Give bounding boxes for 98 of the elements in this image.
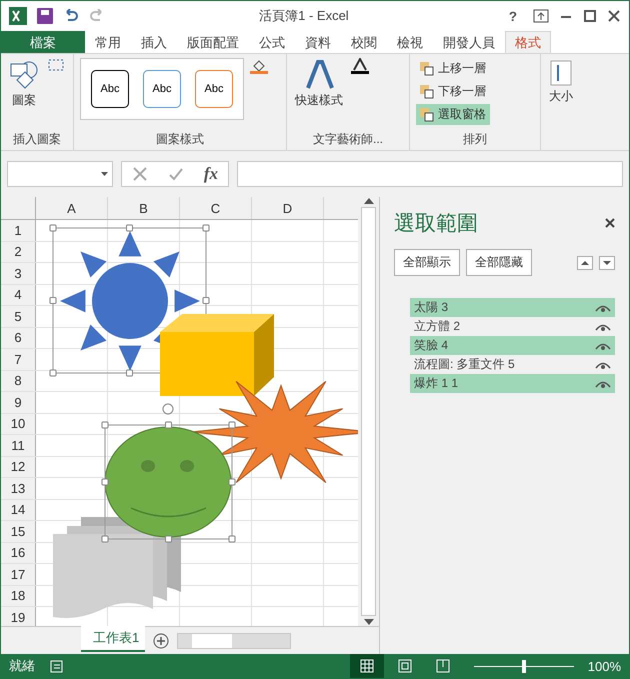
- ribbon-display-icon[interactable]: [533, 9, 549, 23]
- scrollbar-thumb[interactable]: [361, 207, 376, 616]
- excel-logo-icon: [9, 7, 27, 25]
- size-button[interactable]: 大小: [547, 58, 575, 107]
- shape-name: 太陽 3: [414, 299, 448, 316]
- eye-icon[interactable]: [595, 380, 611, 388]
- move-down-icon[interactable]: [599, 256, 615, 270]
- ribbon-tab[interactable]: 常用: [85, 31, 131, 53]
- layer-squares-icon: [420, 108, 434, 122]
- column-header[interactable]: D: [252, 197, 324, 219]
- ribbon-tab[interactable]: 公式: [249, 31, 295, 53]
- eye-icon[interactable]: [595, 342, 611, 350]
- shape-list-item[interactable]: 笑臉 4: [410, 336, 615, 355]
- row-header[interactable]: 8: [1, 370, 36, 391]
- shapes-icon: [9, 60, 39, 90]
- arrange-button[interactable]: 選取窗格: [416, 104, 490, 125]
- column-header[interactable]: A: [36, 197, 108, 219]
- shape-name: 爆炸 1 1: [414, 375, 458, 392]
- shape-name: 立方體 2: [414, 318, 460, 335]
- arrange-button[interactable]: 下移一層: [416, 81, 490, 102]
- insert-function-button[interactable]: fx: [204, 164, 218, 184]
- normal-view-button[interactable]: [350, 654, 384, 678]
- hide-all-button[interactable]: 全部隱藏: [466, 249, 532, 276]
- scroll-down-icon[interactable]: [364, 618, 374, 626]
- row-header[interactable]: 17: [1, 564, 36, 584]
- scroll-up-icon[interactable]: [364, 197, 374, 205]
- ribbon-tab[interactable]: 檢視: [387, 31, 433, 53]
- row-header[interactable]: 5: [1, 306, 36, 326]
- ribbon-tab[interactable]: 校閱: [341, 31, 387, 53]
- move-up-icon[interactable]: [577, 256, 593, 270]
- add-sheet-icon[interactable]: [153, 632, 170, 648]
- shape-list-item[interactable]: 立方體 2: [410, 317, 615, 336]
- group-label: 排列: [462, 131, 488, 148]
- row-header[interactable]: 13: [1, 478, 36, 498]
- ribbon-tab[interactable]: 資料: [295, 31, 341, 53]
- shapes-button[interactable]: 圖案: [7, 58, 41, 111]
- save-icon[interactable]: [37, 8, 53, 24]
- row-header[interactable]: 6: [1, 328, 36, 348]
- shape-name: 流程圖: 多重文件 5: [414, 356, 515, 373]
- formula-input[interactable]: [237, 161, 623, 187]
- column-header[interactable]: C: [180, 197, 252, 219]
- page-break-icon: [436, 659, 450, 673]
- row-header[interactable]: 2: [1, 242, 36, 262]
- row-header[interactable]: 15: [1, 521, 36, 542]
- eye-icon[interactable]: [595, 360, 611, 368]
- group-label: 文字藝術師...: [312, 131, 384, 148]
- row-header[interactable]: 9: [1, 392, 36, 412]
- row-header[interactable]: 1: [1, 220, 36, 240]
- quick-styles-button[interactable]: 快速樣式: [293, 58, 345, 111]
- sheet-tab[interactable]: 工作表1: [81, 626, 146, 652]
- row-header[interactable]: 3: [1, 263, 36, 284]
- layer-squares-icon: [420, 62, 434, 76]
- size-icon: [550, 60, 572, 86]
- group-label: 插入圖案: [12, 131, 62, 148]
- pane-title: 選取範圍: [394, 211, 478, 237]
- ribbon-tab[interactable]: 插入: [131, 31, 177, 53]
- zoom-level: 100%: [588, 658, 621, 674]
- shape-list-item[interactable]: 太陽 3: [410, 298, 615, 317]
- row-header[interactable]: 10: [1, 414, 36, 434]
- row-header[interactable]: 19: [1, 607, 36, 626]
- dropdown-caret-icon: [101, 172, 108, 176]
- maximize-icon[interactable]: [583, 9, 597, 23]
- row-header[interactable]: 7: [1, 349, 36, 370]
- ribbon-tab[interactable]: 版面配置: [177, 31, 249, 53]
- close-icon[interactable]: [607, 9, 621, 23]
- grid-icon: [360, 659, 374, 673]
- layer-squares-icon: [420, 84, 434, 98]
- window-title: 活頁簿1 - Excel: [258, 7, 350, 25]
- eye-icon[interactable]: [595, 304, 611, 312]
- show-all-button[interactable]: 全部顯示: [394, 249, 460, 276]
- shape-style-swatch[interactable]: Abc: [143, 70, 181, 108]
- text-fill-icon[interactable]: [351, 58, 369, 74]
- help-button[interactable]: ?: [502, 8, 523, 24]
- horizontal-scrollbar[interactable]: [177, 632, 292, 648]
- arrange-button[interactable]: 上移一層: [416, 58, 490, 79]
- rotate-handle-icon: [162, 404, 174, 414]
- row-header[interactable]: 12: [1, 456, 36, 477]
- group-label: 圖案樣式: [155, 131, 205, 148]
- row-header[interactable]: 11: [1, 435, 36, 456]
- ribbon-tab[interactable]: 開發人員: [433, 31, 505, 53]
- page-icon: [398, 659, 412, 673]
- close-icon[interactable]: [605, 218, 615, 228]
- row-header[interactable]: 4: [1, 284, 36, 305]
- shape-style-swatch[interactable]: Abc: [195, 70, 233, 108]
- ribbon-tab[interactable]: 檔案: [1, 31, 85, 53]
- shape-style-swatch[interactable]: Abc: [91, 70, 129, 108]
- eye-icon[interactable]: [595, 322, 611, 330]
- ribbon-tab[interactable]: 格式: [505, 31, 551, 53]
- column-header[interactable]: B: [108, 197, 180, 219]
- status-text: 就緒: [9, 657, 35, 675]
- row-header[interactable]: 14: [1, 500, 36, 520]
- zoom-thumb[interactable]: [522, 660, 526, 672]
- row-header[interactable]: 16: [1, 542, 36, 563]
- shape-fill-icon[interactable]: [250, 58, 268, 74]
- shape-list-item[interactable]: 流程圖: 多重文件 5: [410, 355, 615, 374]
- row-header[interactable]: 18: [1, 586, 36, 606]
- shape-list-item[interactable]: 爆炸 1 1: [410, 374, 615, 393]
- shape-name: 笑臉 4: [414, 337, 448, 354]
